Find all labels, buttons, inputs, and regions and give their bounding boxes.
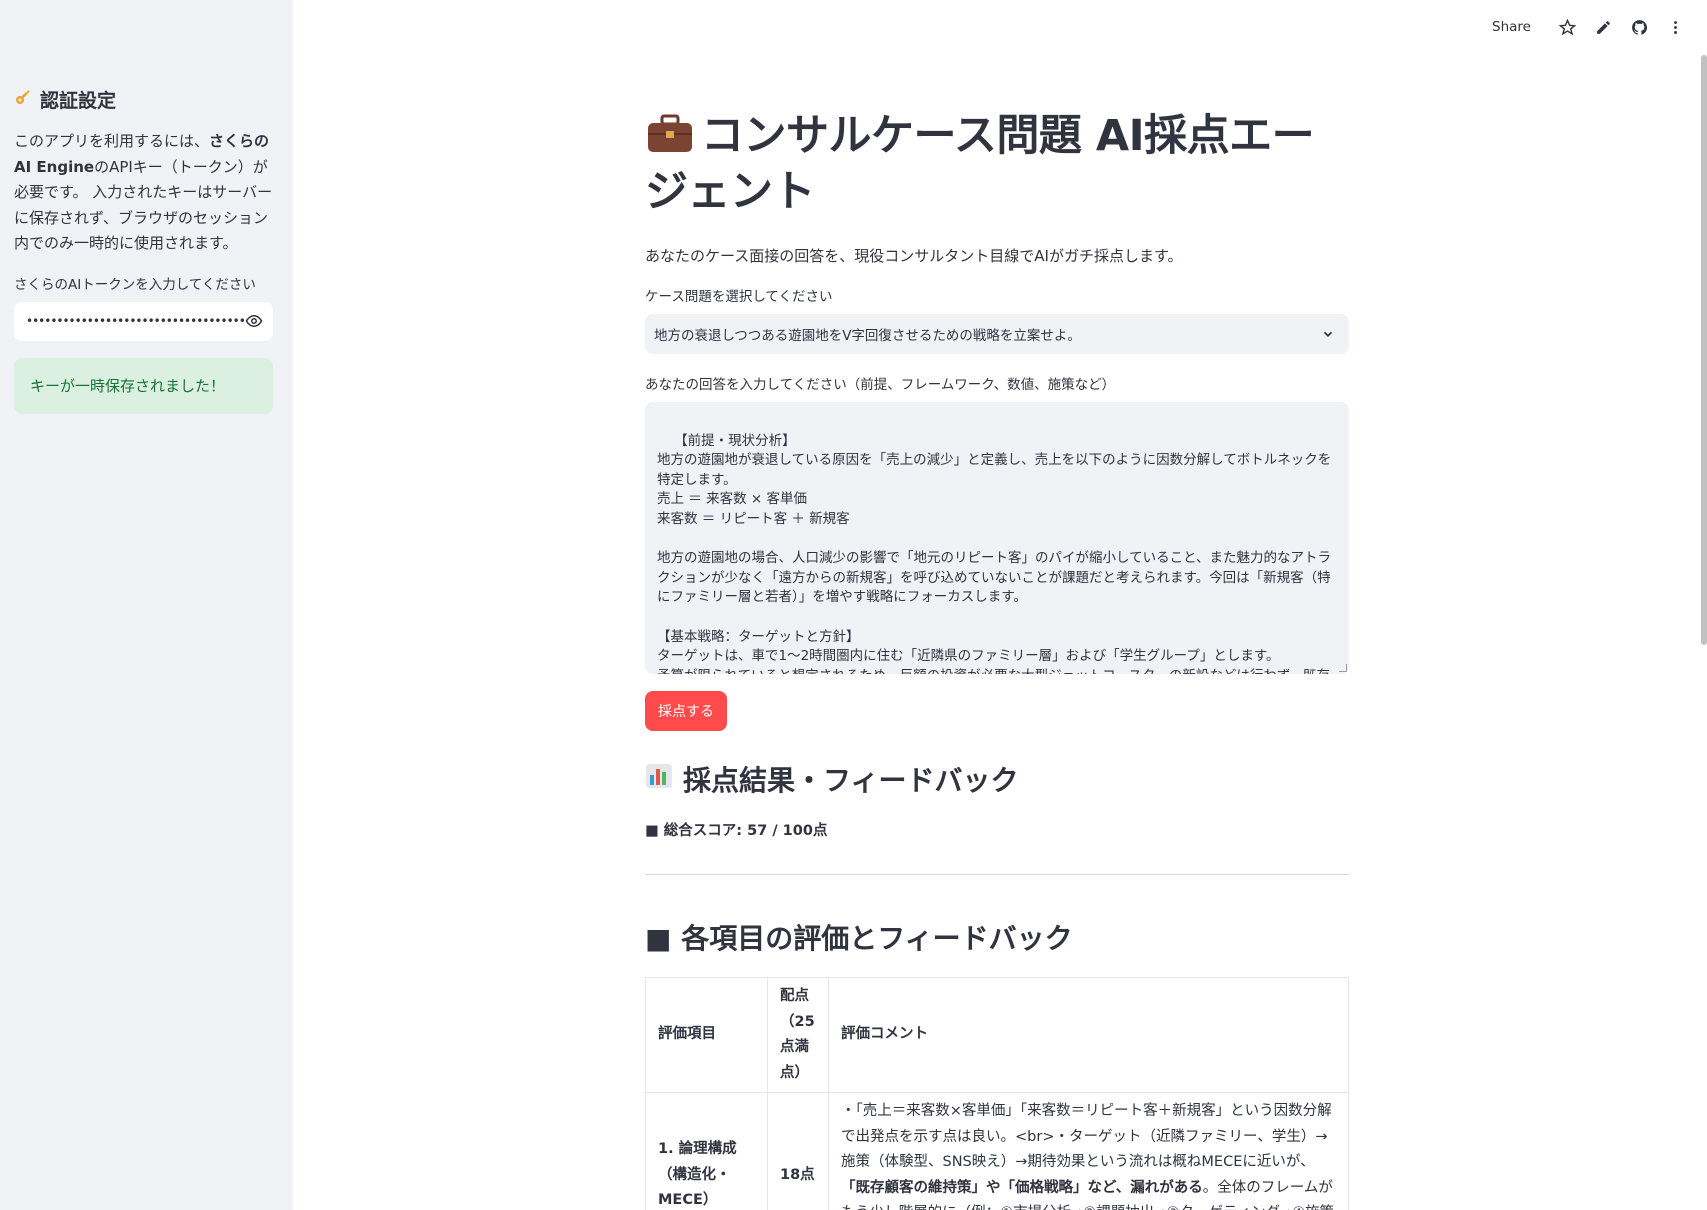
success-alert: キーが一時保存されました！ — [14, 357, 273, 414]
page-subtitle: あなたのケース面接の回答を、現役コンサルタント目線でAIがガチ採点します。 — [645, 247, 1183, 265]
token-input[interactable] — [26, 314, 245, 328]
sidebar-title-text: 認証設定 — [40, 90, 117, 112]
table-header-row: 評価項目 配点（25点満点） 評価コメント — [645, 977, 1349, 1093]
key-icon — [14, 87, 34, 112]
table-row: 1. 論理構成（構造化・MECE） 18点 ・「売上＝来客数×客単価」「来客数＝… — [645, 1092, 1349, 1210]
chevron-down-icon — [1323, 331, 1333, 337]
github-icon[interactable] — [1621, 14, 1657, 40]
row-item: 1. 論理構成（構造化・MECE） — [645, 1092, 768, 1210]
token-input-wrapper — [14, 301, 273, 341]
answer-label: あなたの回答を入力してください（前提、フレームワーク、数値、施策など） — [645, 377, 1116, 393]
divider — [645, 874, 1349, 875]
main-content: コンサルケース問題 AI採点エージェント あなたのケース面接の回答を、現役コンサ… — [645, 110, 1349, 1210]
row-comment: ・「売上＝来客数×客単価」「来客数＝リピート客＋新規客」という因数分解で出発点を… — [828, 1092, 1349, 1210]
sidebar-description: このアプリを利用するには、さくらのAI EngineのAPIキー（トークン）が必… — [14, 132, 273, 252]
row-points: 18点 — [767, 1092, 829, 1210]
total-score: ■ 総合スコア: 57 / 100点 — [645, 823, 828, 839]
sidebar: 認証設定 このアプリを利用するには、さくらのAI EngineのAPIキー（トー… — [0, 0, 293, 1210]
answer-text: 【前提・現状分析】 地方の遊園地が衰退している原因を「売上の減少」と定義し、売上… — [657, 432, 1332, 674]
evaluation-table: 評価項目 配点（25点満点） 評価コメント 1. 論理構成（構造化・MECE） … — [645, 977, 1349, 1210]
case-select-label: ケース問題を選択してください — [645, 289, 833, 305]
eval-heading: ■ 各項目の評価とフィードバック — [645, 922, 1073, 955]
page-title: コンサルケース問題 AI採点エージェント — [645, 111, 1315, 217]
grade-button[interactable]: 採点する — [645, 691, 727, 731]
pencil-icon[interactable] — [1585, 14, 1621, 40]
sidebar-title: 認証設定 — [14, 86, 279, 113]
answer-textarea[interactable]: 【前提・現状分析】 地方の遊園地が衰退している原因を「売上の減少」と定義し、売上… — [645, 402, 1349, 674]
share-button[interactable]: Share — [1492, 19, 1531, 35]
case-select[interactable]: 地方の衰退しつつある遊園地をV字回復させるための戦略を立案せよ。 — [645, 314, 1349, 354]
top-toolbar: Share — [1492, 14, 1693, 40]
header-points: 配点（25点満点） — [767, 977, 829, 1093]
case-select-value: 地方の衰退しつつある遊園地をV字回復させるための戦略を立案せよ。 — [654, 328, 1081, 344]
bar-chart-icon — [645, 763, 673, 796]
eye-icon[interactable] — [245, 312, 263, 330]
briefcase-icon — [645, 114, 695, 166]
star-icon[interactable] — [1549, 14, 1585, 40]
kebab-menu-icon[interactable] — [1657, 14, 1693, 40]
token-label: さくらのAIトークンを入力してください — [14, 276, 256, 293]
score-value: 57 / 100点 — [747, 823, 828, 839]
header-item: 評価項目 — [645, 977, 768, 1093]
result-heading: 採点結果・フィードバック — [645, 759, 1349, 799]
page-scrollbar[interactable] — [1701, 55, 1707, 645]
resize-handle[interactable] — [1339, 664, 1347, 672]
header-comment: 評価コメント — [828, 977, 1349, 1093]
